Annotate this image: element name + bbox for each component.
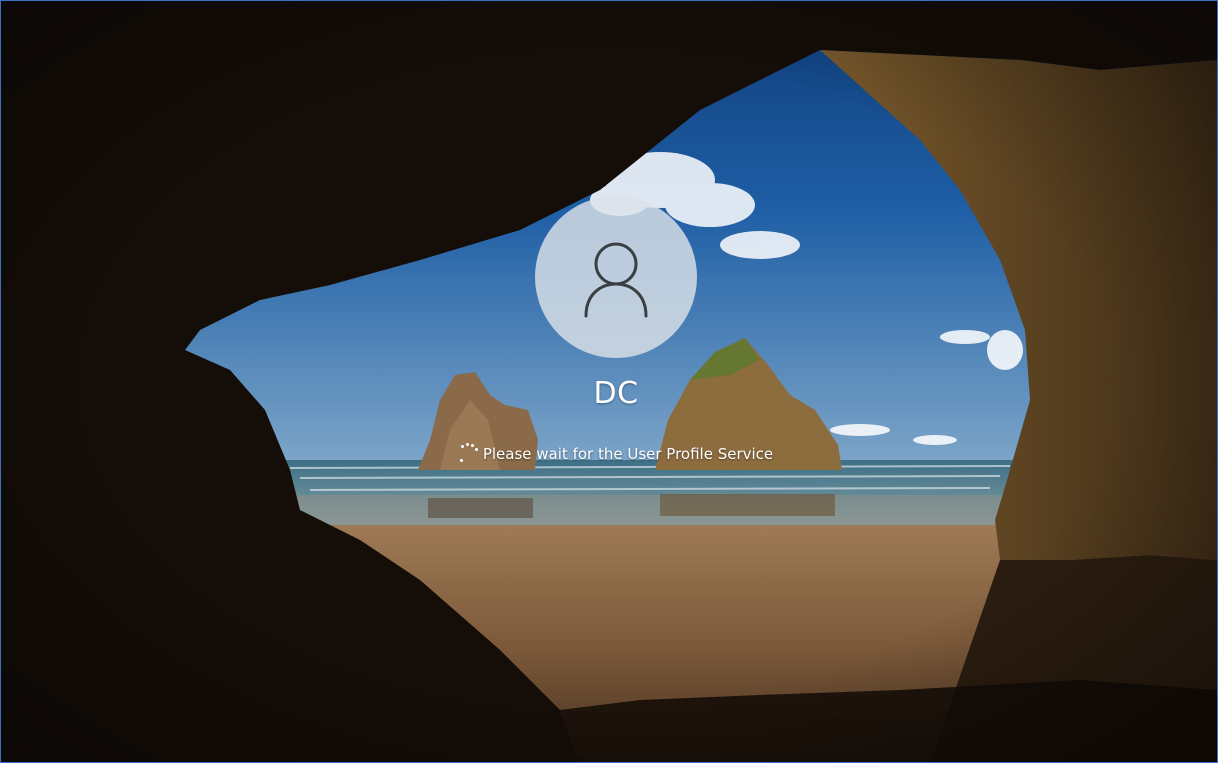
- spinner-dot: [460, 445, 464, 448]
- spinner-dot: [474, 448, 478, 451]
- loading-spinner-icon: [459, 443, 479, 465]
- spinner-dot: [470, 444, 474, 447]
- user-avatar: [535, 196, 697, 358]
- sign-in-panel: DC Please wait for the User Profile Serv…: [0, 0, 1218, 763]
- user-name: DC: [593, 376, 639, 411]
- status-message: Please wait for the User Profile Service: [482, 445, 774, 463]
- status-row: Please wait for the User Profile Service: [0, 443, 1218, 465]
- lock-screen: DC Please wait for the User Profile Serv…: [0, 0, 1218, 763]
- user-icon: [584, 242, 648, 318]
- spinner-dot: [459, 459, 463, 462]
- spinner-dot: [465, 443, 469, 446]
